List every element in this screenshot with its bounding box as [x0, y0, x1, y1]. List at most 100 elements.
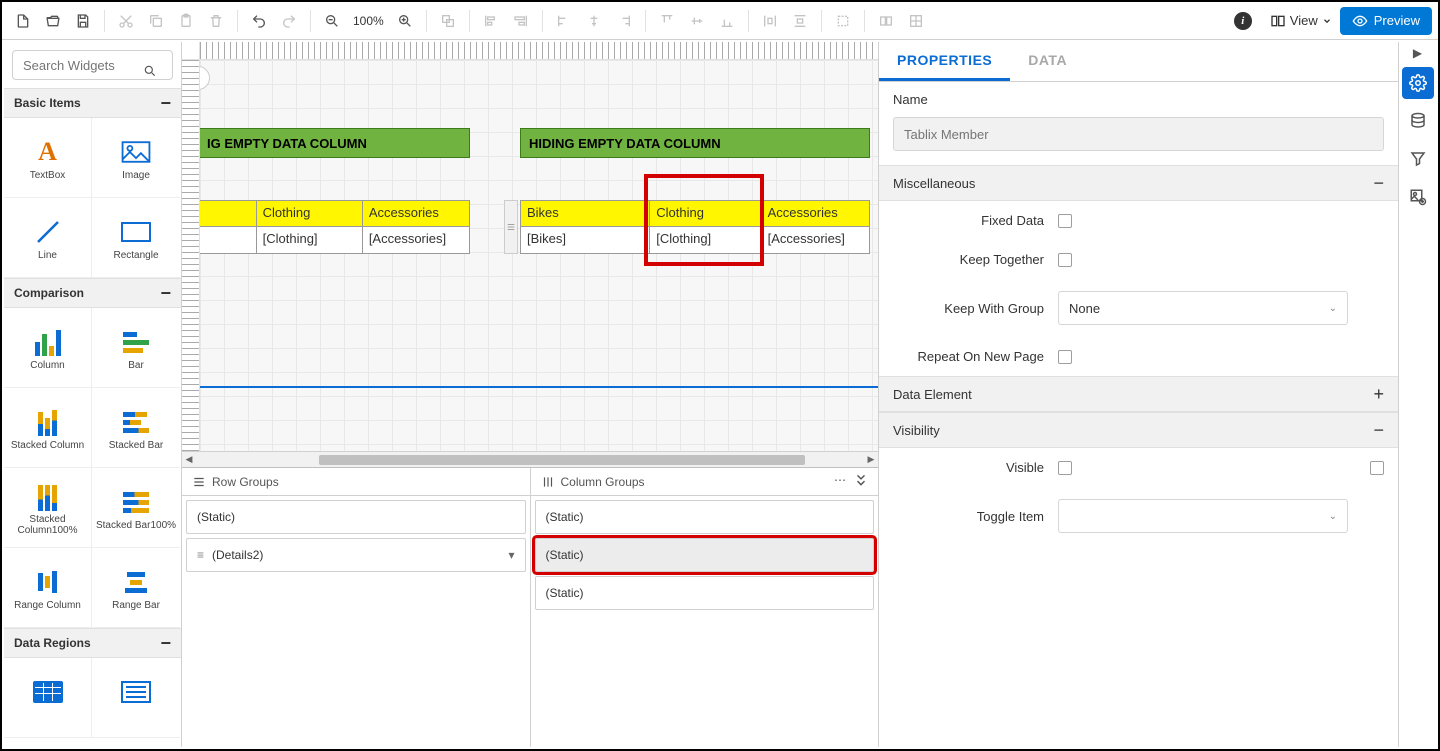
- widget-list[interactable]: [92, 658, 180, 738]
- page-break-line: [200, 386, 878, 388]
- design-canvas[interactable]: IG EMPTY DATA COLUMN Clothing Accessorie…: [200, 60, 878, 451]
- visible-label: Visible: [893, 460, 1058, 475]
- widget-rectangle[interactable]: Rectangle: [92, 198, 180, 278]
- tablix1-header[interactable]: IG EMPTY DATA COLUMN: [200, 128, 470, 158]
- groups-collapse-icon[interactable]: [854, 473, 868, 490]
- align-right-icon[interactable]: [611, 8, 637, 34]
- row-groups-list: (Static) ≡ (Details2) ▾: [182, 496, 531, 747]
- category-basic-items[interactable]: Basic Items−: [4, 88, 181, 118]
- keep-with-group-label: Keep With Group: [893, 301, 1058, 316]
- keep-together-checkbox[interactable]: [1058, 253, 1072, 267]
- visible-checkbox[interactable]: [1058, 461, 1072, 475]
- tab-properties[interactable]: PROPERTIES: [879, 42, 1010, 81]
- row-group-details2[interactable]: ≡ (Details2) ▾: [186, 538, 526, 572]
- rail-filter-icon[interactable]: [1402, 143, 1434, 175]
- rail-properties-icon[interactable]: [1402, 67, 1434, 99]
- align-middle-icon[interactable]: [684, 8, 710, 34]
- size-to-grid-icon[interactable]: [830, 8, 856, 34]
- cut-icon[interactable]: [113, 8, 139, 34]
- column-group-static-1[interactable]: (Static): [535, 500, 875, 534]
- widget-line[interactable]: Line: [4, 198, 92, 278]
- design-area: IG EMPTY DATA COLUMN Clothing Accessorie…: [182, 42, 878, 747]
- chevron-down-icon: ⌄: [1329, 511, 1337, 522]
- chevron-down-icon[interactable]: ▾: [508, 548, 514, 562]
- send-backward-icon[interactable]: [435, 8, 461, 34]
- same-size-icon[interactable]: [903, 8, 929, 34]
- widget-stacked-bar100[interactable]: Stacked Bar100%: [92, 468, 180, 548]
- category-data-regions[interactable]: Data Regions−: [4, 628, 181, 658]
- name-input[interactable]: [893, 117, 1384, 151]
- delete-icon[interactable]: [203, 8, 229, 34]
- widget-textbox[interactable]: A TextBox: [4, 118, 92, 198]
- tablix1-row1[interactable]: Clothing Accessories: [200, 200, 470, 227]
- properties-panel: PROPERTIES DATA Name Miscellaneous− Fixe…: [878, 42, 1398, 747]
- tablix2-row-handle[interactable]: [504, 200, 518, 254]
- preview-label: Preview: [1374, 13, 1420, 28]
- fixed-data-checkbox[interactable]: [1058, 214, 1072, 228]
- zoom-in-icon[interactable]: [392, 8, 418, 34]
- drag-handle-icon: ≡: [197, 548, 204, 562]
- widget-stacked-column100[interactable]: Stacked Column100%: [4, 468, 92, 548]
- accordion-miscellaneous[interactable]: Miscellaneous−: [879, 165, 1398, 201]
- visible-fx-checkbox[interactable]: [1370, 461, 1384, 475]
- widget-image[interactable]: Image: [92, 118, 180, 198]
- rail-image-manager-icon[interactable]: [1402, 181, 1434, 213]
- accordion-data-element[interactable]: Data Element+: [879, 376, 1398, 412]
- toggle-item-label: Toggle Item: [893, 509, 1058, 524]
- chevron-down-icon: ⌄: [1329, 303, 1337, 314]
- zoom-level: 100%: [347, 14, 390, 28]
- redo-icon[interactable]: [276, 8, 302, 34]
- info-icon[interactable]: i: [1234, 12, 1252, 30]
- groups-more-icon[interactable]: ⋯: [834, 473, 846, 490]
- keep-with-group-select[interactable]: None ⌄: [1058, 291, 1348, 325]
- copy-icon[interactable]: [143, 8, 169, 34]
- widget-bar[interactable]: Bar: [92, 308, 180, 388]
- widget-stacked-bar[interactable]: Stacked Bar: [92, 388, 180, 468]
- ruler-vertical: [182, 60, 200, 451]
- tablix2-row1[interactable]: Bikes Clothing Accessories: [520, 200, 870, 227]
- distribute-v-icon[interactable]: [787, 8, 813, 34]
- category-comparison[interactable]: Comparison−: [4, 278, 181, 308]
- column-group-selected[interactable]: (Static): [535, 538, 875, 572]
- undo-icon[interactable]: [246, 8, 272, 34]
- open-icon[interactable]: [40, 8, 66, 34]
- align-center-icon[interactable]: [581, 8, 607, 34]
- widget-range-bar[interactable]: Range Bar: [92, 548, 180, 628]
- rail-data-icon[interactable]: [1402, 105, 1434, 137]
- align-top-icon[interactable]: [654, 8, 680, 34]
- horizontal-scrollbar[interactable]: ◀ ▶: [182, 451, 878, 467]
- new-file-icon[interactable]: [10, 8, 36, 34]
- toggle-item-select[interactable]: ⌄: [1058, 499, 1348, 533]
- align-left-icon[interactable]: [551, 8, 577, 34]
- name-label: Name: [879, 82, 1398, 117]
- column-groups-header: Column Groups ⋯: [531, 468, 879, 495]
- align-bottom-icon[interactable]: [714, 8, 740, 34]
- same-width-icon[interactable]: [873, 8, 899, 34]
- repeat-new-page-label: Repeat On New Page: [893, 349, 1058, 364]
- column-group-static-3[interactable]: (Static): [535, 576, 875, 610]
- tab-data[interactable]: DATA: [1010, 42, 1085, 81]
- widget-range-column[interactable]: Range Column: [4, 548, 92, 628]
- tablix2-row2[interactable]: [Bikes] [Clothing] [Accessories]: [520, 227, 870, 254]
- paste-icon[interactable]: [173, 8, 199, 34]
- view-dropdown[interactable]: View: [1262, 9, 1340, 33]
- row-group-static[interactable]: (Static): [186, 500, 526, 534]
- groups-panel: Row Groups Column Groups ⋯ (Static) ≡ (D…: [182, 467, 878, 747]
- zoom-out-icon[interactable]: [319, 8, 345, 34]
- hide-panel-icon[interactable]: ▶: [1413, 42, 1422, 64]
- widget-table[interactable]: [4, 658, 92, 738]
- align-right-edges-icon[interactable]: [508, 8, 534, 34]
- accordion-visibility[interactable]: Visibility−: [879, 412, 1398, 448]
- repeat-new-page-checkbox[interactable]: [1058, 350, 1072, 364]
- preview-button[interactable]: Preview: [1340, 7, 1432, 35]
- widgets-panel: Basic Items− A TextBox Image Line Rectan…: [4, 42, 182, 747]
- column-groups-list: (Static) (Static) (Static): [531, 496, 879, 747]
- tablix1-row2[interactable]: [Clothing] [Accessories]: [200, 227, 470, 254]
- collapse-panel-button[interactable]: [200, 66, 210, 90]
- tablix2-header[interactable]: HIDING EMPTY DATA COLUMN: [520, 128, 870, 158]
- widget-stacked-column[interactable]: Stacked Column: [4, 388, 92, 468]
- align-left-edges-icon[interactable]: [478, 8, 504, 34]
- widget-column[interactable]: Column: [4, 308, 92, 388]
- distribute-h-icon[interactable]: [757, 8, 783, 34]
- save-icon[interactable]: [70, 8, 96, 34]
